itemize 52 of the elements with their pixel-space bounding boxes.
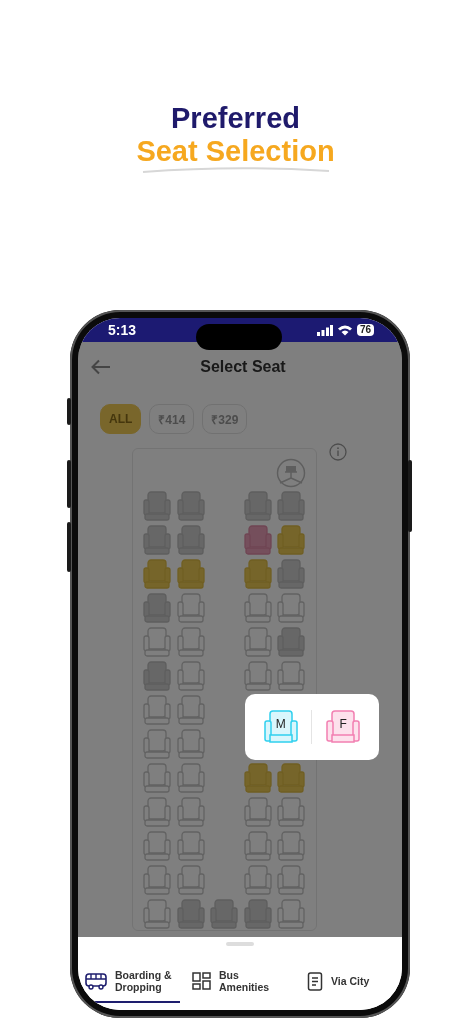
drag-handle[interactable] bbox=[226, 942, 254, 946]
seat-icon[interactable] bbox=[143, 899, 171, 929]
seat-icon[interactable] bbox=[143, 729, 171, 759]
seat-icon[interactable] bbox=[243, 865, 272, 895]
screen-title: Select Seat bbox=[199, 358, 287, 376]
seat-icon[interactable] bbox=[176, 661, 205, 691]
document-icon bbox=[307, 971, 323, 991]
seat-icon[interactable] bbox=[277, 797, 305, 827]
female-seat-option[interactable]: F bbox=[326, 710, 361, 744]
info-button[interactable] bbox=[329, 443, 347, 461]
promo-subtitle: Seat Selection bbox=[136, 135, 335, 168]
signal-icon bbox=[316, 324, 333, 336]
seat-icon[interactable] bbox=[176, 865, 205, 895]
seat-icon[interactable] bbox=[243, 797, 272, 827]
promo-title: Preferred bbox=[171, 102, 300, 135]
steering-wheel-icon bbox=[276, 458, 306, 488]
seat-icon[interactable] bbox=[277, 661, 305, 691]
seat-icon[interactable] bbox=[176, 729, 205, 759]
seat-icon[interactable] bbox=[143, 865, 171, 895]
seat-icon[interactable] bbox=[176, 831, 205, 861]
back-arrow-icon bbox=[91, 359, 111, 375]
seat-icon[interactable] bbox=[277, 593, 305, 623]
status-time: 5:13 bbox=[108, 322, 137, 338]
wifi-icon bbox=[336, 324, 353, 336]
bottom-tab[interactable]: Boarding & Dropping bbox=[78, 963, 180, 1003]
bottom-tab[interactable]: Via City bbox=[287, 963, 402, 1003]
seat-icon[interactable] bbox=[176, 695, 205, 725]
seat-icon[interactable] bbox=[176, 593, 205, 623]
seat-icon[interactable] bbox=[143, 695, 171, 725]
male-seat-option[interactable]: M bbox=[263, 710, 298, 744]
bottom-tab[interactable]: Bus Amenities bbox=[180, 963, 287, 1003]
armchair-icon bbox=[326, 710, 361, 744]
bus-icon bbox=[85, 972, 107, 990]
seat-icon[interactable] bbox=[143, 763, 171, 793]
seat-icon[interactable] bbox=[176, 763, 205, 793]
grid-icon bbox=[192, 972, 211, 990]
seat-icon[interactable] bbox=[277, 831, 305, 861]
seat-icon[interactable] bbox=[176, 797, 205, 827]
info-icon bbox=[329, 443, 347, 461]
battery-level: 76 bbox=[356, 324, 374, 336]
armchair-icon bbox=[263, 710, 298, 744]
seat-icon[interactable] bbox=[277, 899, 305, 929]
seat-icon[interactable] bbox=[243, 831, 272, 861]
back-button[interactable] bbox=[91, 359, 111, 375]
seat-icon[interactable] bbox=[143, 797, 171, 827]
seat-icon[interactable] bbox=[277, 865, 305, 895]
seat-icon[interactable] bbox=[243, 661, 272, 691]
seat-icon[interactable] bbox=[143, 831, 171, 861]
seat-icon[interactable] bbox=[143, 627, 171, 657]
seat-icon[interactable] bbox=[243, 627, 272, 657]
seat-icon[interactable] bbox=[176, 627, 205, 657]
seat-icon[interactable] bbox=[243, 593, 272, 623]
